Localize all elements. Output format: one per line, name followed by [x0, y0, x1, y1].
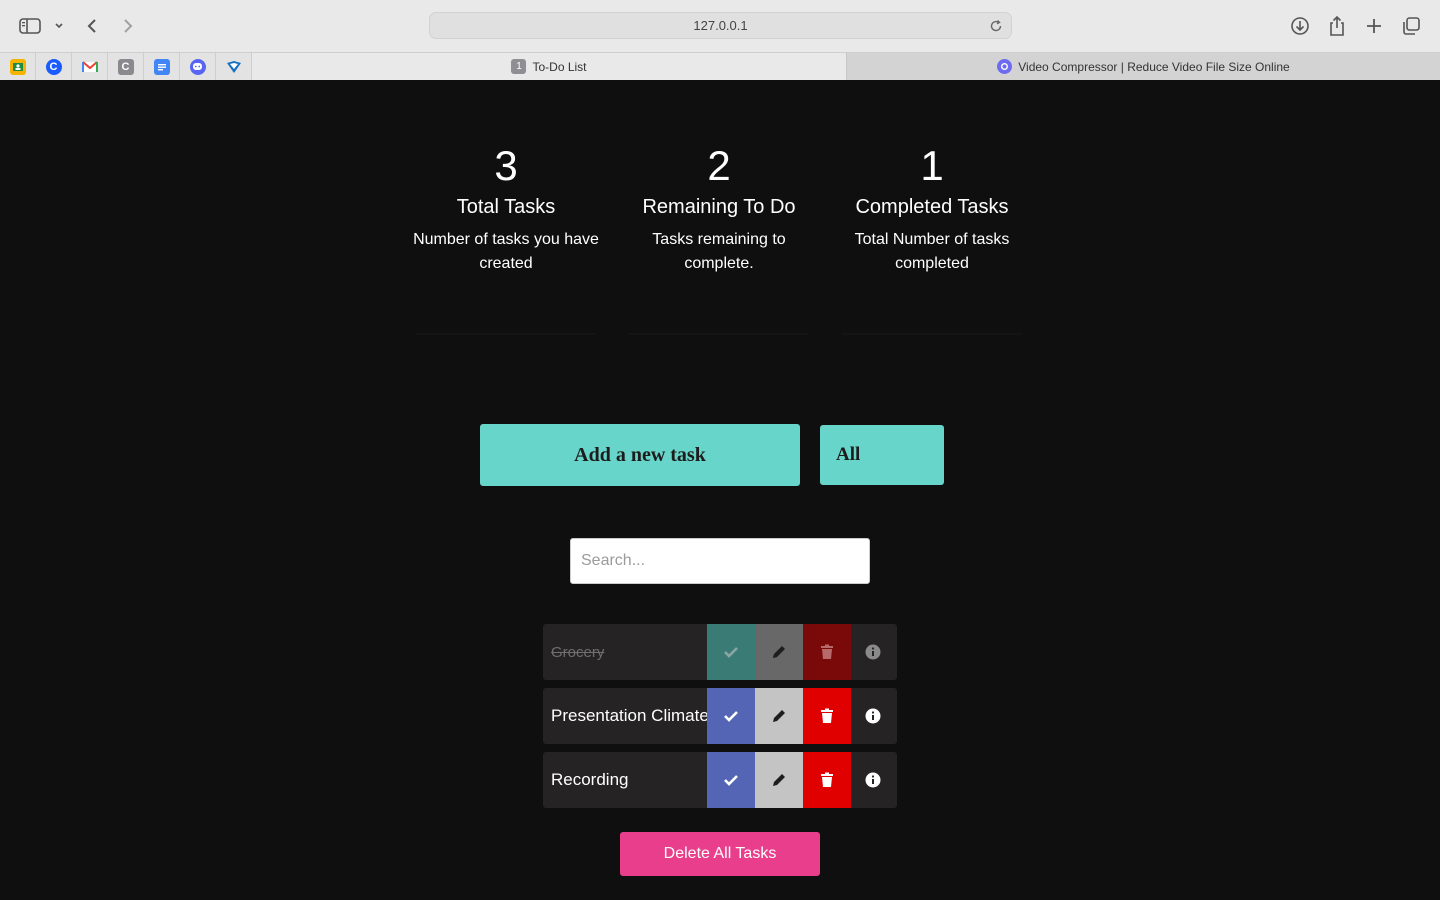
new-tab-icon[interactable] — [1360, 12, 1388, 40]
search-input[interactable] — [570, 538, 870, 584]
back-icon[interactable] — [78, 12, 106, 40]
pencil-icon — [773, 774, 785, 786]
address-bar[interactable]: 127.0.0.1 — [429, 12, 1012, 39]
stat-completed: 1 Completed Tasks Total Number of tasks … — [837, 140, 1027, 276]
forward-icon[interactable] — [114, 12, 142, 40]
bookmark-docs[interactable] — [144, 53, 180, 80]
task-item: Presentation Climate — [543, 688, 897, 744]
video-compressor-icon — [997, 59, 1013, 74]
discord-icon — [189, 58, 206, 75]
sidebar-toggle-icon[interactable] — [16, 12, 44, 40]
delete-task-button[interactable] — [803, 688, 851, 744]
stat-title: Completed Tasks — [855, 196, 1009, 218]
check-icon — [724, 647, 738, 658]
task-item: Grocery — [543, 624, 897, 680]
browser-toolbar: 127.0.0.1 — [0, 0, 1440, 52]
stat-remaining: 2 Remaining To Do Tasks remaining to com… — [624, 140, 814, 276]
chrome-c-icon: C — [45, 58, 62, 75]
task-info-button[interactable] — [849, 688, 897, 744]
tab-title: Video Compressor | Reduce Video File Siz… — [1018, 59, 1290, 74]
browser-chrome: 127.0.0.1 C C 1 To-Do List Video Compres… — [0, 0, 1440, 80]
stat-total-tasks: 3 Total Tasks Number of tasks you have c… — [411, 140, 601, 276]
task-item: Recording — [543, 752, 897, 808]
reload-icon[interactable] — [987, 17, 1005, 35]
task-name: Recording — [551, 770, 629, 789]
task-info-button[interactable] — [849, 624, 897, 680]
tab-title: To-Do List — [532, 59, 587, 74]
complete-task-button[interactable] — [707, 624, 755, 680]
delete-all-tasks-button[interactable]: Delete All Tasks — [620, 832, 820, 876]
check-icon — [724, 711, 738, 722]
stat-number: 3 — [494, 142, 518, 189]
stat-number: 1 — [920, 142, 944, 189]
stat-description: Total Number of tasks completed — [854, 231, 1010, 272]
trash-icon — [821, 772, 833, 787]
tab-strip: C C 1 To-Do List Video Compressor | Redu… — [0, 52, 1440, 80]
stat-divider — [629, 333, 809, 335]
trash-icon — [821, 708, 833, 723]
bookmark-c-blue[interactable]: C — [36, 53, 72, 80]
edit-task-button[interactable] — [755, 688, 803, 744]
stat-title: Remaining To Do — [642, 196, 796, 218]
tab-video-compressor[interactable]: Video Compressor | Reduce Video File Siz… — [846, 53, 1440, 80]
google-docs-icon — [153, 58, 170, 75]
gmail-icon — [81, 59, 98, 75]
stat-title: Total Tasks — [456, 196, 556, 218]
tab-number-icon: 1 — [511, 59, 527, 74]
blue-app-icon — [226, 59, 242, 75]
info-icon — [865, 644, 881, 660]
pencil-icon — [773, 710, 785, 722]
google-classroom-icon — [9, 58, 26, 75]
check-icon — [724, 775, 738, 786]
bookmark-discord[interactable] — [180, 53, 216, 80]
tab-todo-list[interactable]: 1 To-Do List — [252, 53, 846, 80]
stat-divider — [416, 333, 596, 335]
pencil-icon — [773, 646, 785, 658]
add-task-button[interactable]: Add a new task — [480, 424, 800, 486]
bookmark-classroom[interactable] — [0, 53, 36, 80]
stat-description: Tasks remaining to complete. — [652, 231, 786, 272]
task-info-button[interactable] — [849, 752, 897, 808]
c-gray-icon: C — [117, 58, 134, 75]
filter-select[interactable]: All — [820, 425, 944, 485]
delete-task-button[interactable] — [803, 624, 851, 680]
stat-number: 2 — [707, 142, 731, 189]
stat-description: Number of tasks you have created — [413, 231, 599, 272]
edit-task-button[interactable] — [755, 624, 803, 680]
delete-task-button[interactable] — [803, 752, 851, 808]
task-name: Presentation Climate — [551, 706, 709, 725]
complete-task-button[interactable] — [707, 752, 755, 808]
bookmark-blue-app[interactable] — [216, 53, 252, 80]
bookmark-gmail[interactable] — [72, 53, 108, 80]
stat-divider — [842, 333, 1022, 335]
trash-icon — [821, 644, 833, 659]
complete-task-button[interactable] — [707, 688, 755, 744]
task-name: Grocery — [551, 643, 605, 661]
bookmark-c-gray[interactable]: C — [108, 53, 144, 80]
share-icon[interactable] — [1323, 12, 1351, 40]
info-icon — [865, 708, 881, 724]
edit-task-button[interactable] — [755, 752, 803, 808]
url-text: 127.0.0.1 — [693, 18, 748, 33]
info-icon — [865, 772, 881, 788]
download-icon[interactable] — [1286, 12, 1314, 40]
tab-overview-icon[interactable] — [1397, 12, 1425, 40]
chevron-down-icon[interactable] — [48, 12, 70, 40]
